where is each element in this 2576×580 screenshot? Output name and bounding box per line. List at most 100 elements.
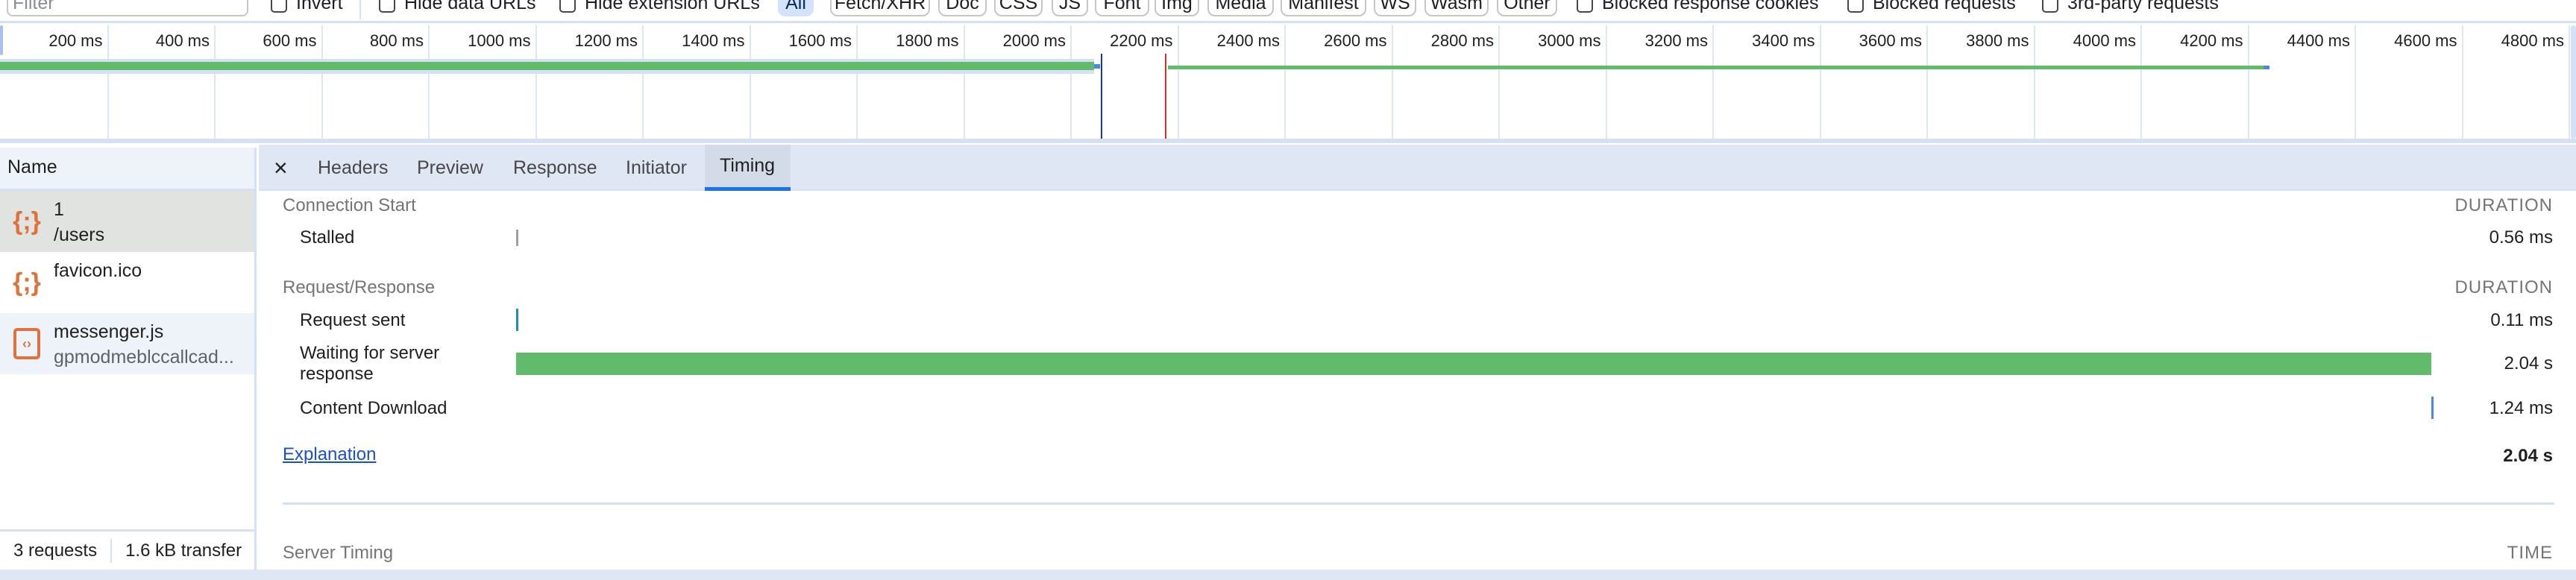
hide-extension-urls-label: Hide extension URLs [585, 0, 760, 13]
invert-label: Invert [296, 0, 343, 13]
timeline-gridline [1177, 25, 1179, 139]
timeline-gridline [1926, 25, 1928, 139]
request-sent-value: 0.11 ms [2490, 310, 2553, 330]
timeline-tick-label: 3600 ms [1859, 31, 1922, 50]
filter-chip-img[interactable]: Img [1155, 0, 1199, 16]
tab-timing[interactable]: Timing [705, 145, 791, 191]
timeline-tick-label: 2800 ms [1430, 31, 1494, 50]
waiting-value: 2.04 s [2504, 353, 2553, 373]
filter-chip-js[interactable]: JS [1052, 0, 1088, 16]
request-path: /users [54, 224, 105, 245]
divider [110, 538, 113, 563]
name-column-header[interactable]: Name [0, 148, 254, 191]
timeline-gridline [2247, 25, 2249, 139]
checkbox-icon[interactable] [1847, 0, 1864, 13]
checkbox-icon[interactable] [2042, 0, 2058, 13]
timeline-tick-label: 3200 ms [1644, 31, 1708, 50]
timeline-gridline [214, 25, 216, 139]
timeline-tick-label: 1000 ms [468, 31, 531, 50]
tab-preview[interactable]: Preview [417, 145, 483, 191]
request-row[interactable]: {;} 1/users [0, 191, 254, 252]
tab-initiator[interactable]: Initiator [626, 145, 687, 191]
divider [283, 502, 2554, 505]
timeline-gridline [1605, 25, 1607, 139]
waterfall-waiting-bar [0, 62, 1095, 70]
request-path: gpmodmeblccallcad... [54, 347, 234, 368]
filter-input[interactable]: Filter [7, 0, 248, 16]
request-sent-bar [516, 309, 518, 331]
timeline-gridline [1391, 25, 1393, 139]
timeline-tick-label: 800 ms [369, 31, 424, 50]
json-braces-icon: {;} [13, 268, 41, 297]
timeline-gridline [1284, 25, 1286, 139]
timeline-tick-label: 400 ms [155, 31, 210, 50]
script-icon: ‹› [0, 313, 54, 374]
details-panel: × Headers Preview Response Initiator Tim… [259, 145, 2576, 570]
duration-header: DURATION [2454, 195, 2553, 215]
filter-chip-ws[interactable]: WS [1374, 0, 1416, 16]
waiting-bar [516, 353, 2432, 375]
network-toolbar: Filter Invert Hide data URLs Hide extens… [0, 0, 2576, 23]
third-party-requests-checkbox[interactable]: 3rd-party requests [2042, 0, 2219, 16]
transfer-size: 1.6 kB transfer [125, 540, 242, 561]
timeline-tick-label: 3000 ms [1538, 31, 1601, 50]
time-header: TIME [2507, 543, 2553, 563]
timeline-gridline [107, 25, 109, 139]
total-duration: 2.04 s [2503, 446, 2553, 466]
filter-chip-all[interactable]: All [778, 0, 814, 16]
timeline-tick-label: 4200 ms [2180, 31, 2243, 50]
content-download-value: 1.24 ms [2489, 398, 2553, 418]
stalled-bar [516, 230, 518, 246]
request-name: 1 [54, 199, 64, 220]
timeline-gridline [1712, 25, 1714, 139]
tab-headers[interactable]: Headers [318, 145, 389, 191]
filter-chip-font[interactable]: Font [1095, 0, 1149, 16]
request-response-heading: Request/Response [283, 277, 436, 297]
hide-data-urls-checkbox[interactable]: Hide data URLs [379, 0, 535, 16]
details-tabs: × Headers Preview Response Initiator Tim… [259, 145, 2576, 191]
checkbox-icon[interactable] [1577, 0, 1593, 13]
waterfall-waiting-bar [1168, 66, 2264, 69]
timeline-tick-label: 4800 ms [2501, 31, 2564, 50]
request-name: favicon.ico [54, 260, 142, 281]
timeline-tick-label: 200 ms [48, 31, 103, 50]
filter-chip-media[interactable]: Media [1207, 0, 1274, 16]
timeline-gridline [1070, 25, 1072, 139]
filter-chip-other[interactable]: Other [1497, 0, 1557, 16]
filter-chip-doc[interactable]: Doc [938, 0, 987, 16]
waterfall-download-bar [2264, 66, 2270, 69]
request-sent-label: Request sent [300, 310, 406, 330]
timeline-gridline [856, 25, 858, 139]
timeline-tick-label: 1800 ms [896, 31, 959, 50]
timeline-gridline [2033, 25, 2035, 139]
invert-checkbox[interactable]: Invert [271, 0, 343, 16]
hide-extension-urls-checkbox[interactable]: Hide extension URLs [559, 0, 760, 16]
server-timing-heading: Server Timing [283, 543, 394, 563]
close-icon[interactable]: × [274, 145, 288, 191]
filter-chip-fetch-xhr[interactable]: Fetch/XHR [830, 0, 930, 16]
filter-chip-css[interactable]: CSS [994, 0, 1043, 16]
timeline-gridline [428, 25, 430, 139]
filter-chip-wasm[interactable]: Wasm [1424, 0, 1489, 16]
timeline-gridline [535, 25, 537, 139]
waterfall-download-bar [1094, 64, 1101, 69]
filter-chip-manifest[interactable]: Manifest [1281, 0, 1366, 16]
tab-response[interactable]: Response [513, 145, 597, 191]
timeline-gridline [749, 25, 751, 139]
overview-timeline[interactable]: 200 ms 400 ms 600 ms 800 ms 1000 ms 1200 ms 14… [0, 25, 2576, 143]
timeline-gridline [2354, 25, 2356, 139]
timeline-tick-label: 4400 ms [2287, 31, 2350, 50]
checkbox-icon[interactable] [559, 0, 576, 13]
blocked-response-cookies-checkbox[interactable]: Blocked response cookies [1577, 0, 1818, 16]
blocked-requests-checkbox[interactable]: Blocked requests [1847, 0, 2016, 16]
request-row[interactable]: ‹› messenger.js gpmodmeblccallcad... [0, 313, 254, 374]
load-line [1164, 54, 1166, 139]
checkbox-icon[interactable] [379, 0, 395, 13]
checkbox-icon[interactable] [271, 0, 287, 13]
dom-content-loaded-line [1100, 54, 1102, 139]
explanation-link[interactable]: Explanation [283, 444, 376, 465]
timeline-tick-label: 1400 ms [682, 31, 745, 50]
timeline-gridline [1819, 25, 1821, 139]
request-row[interactable]: {;} favicon.ico [0, 252, 254, 313]
content-download-label: Content Download [300, 398, 447, 418]
